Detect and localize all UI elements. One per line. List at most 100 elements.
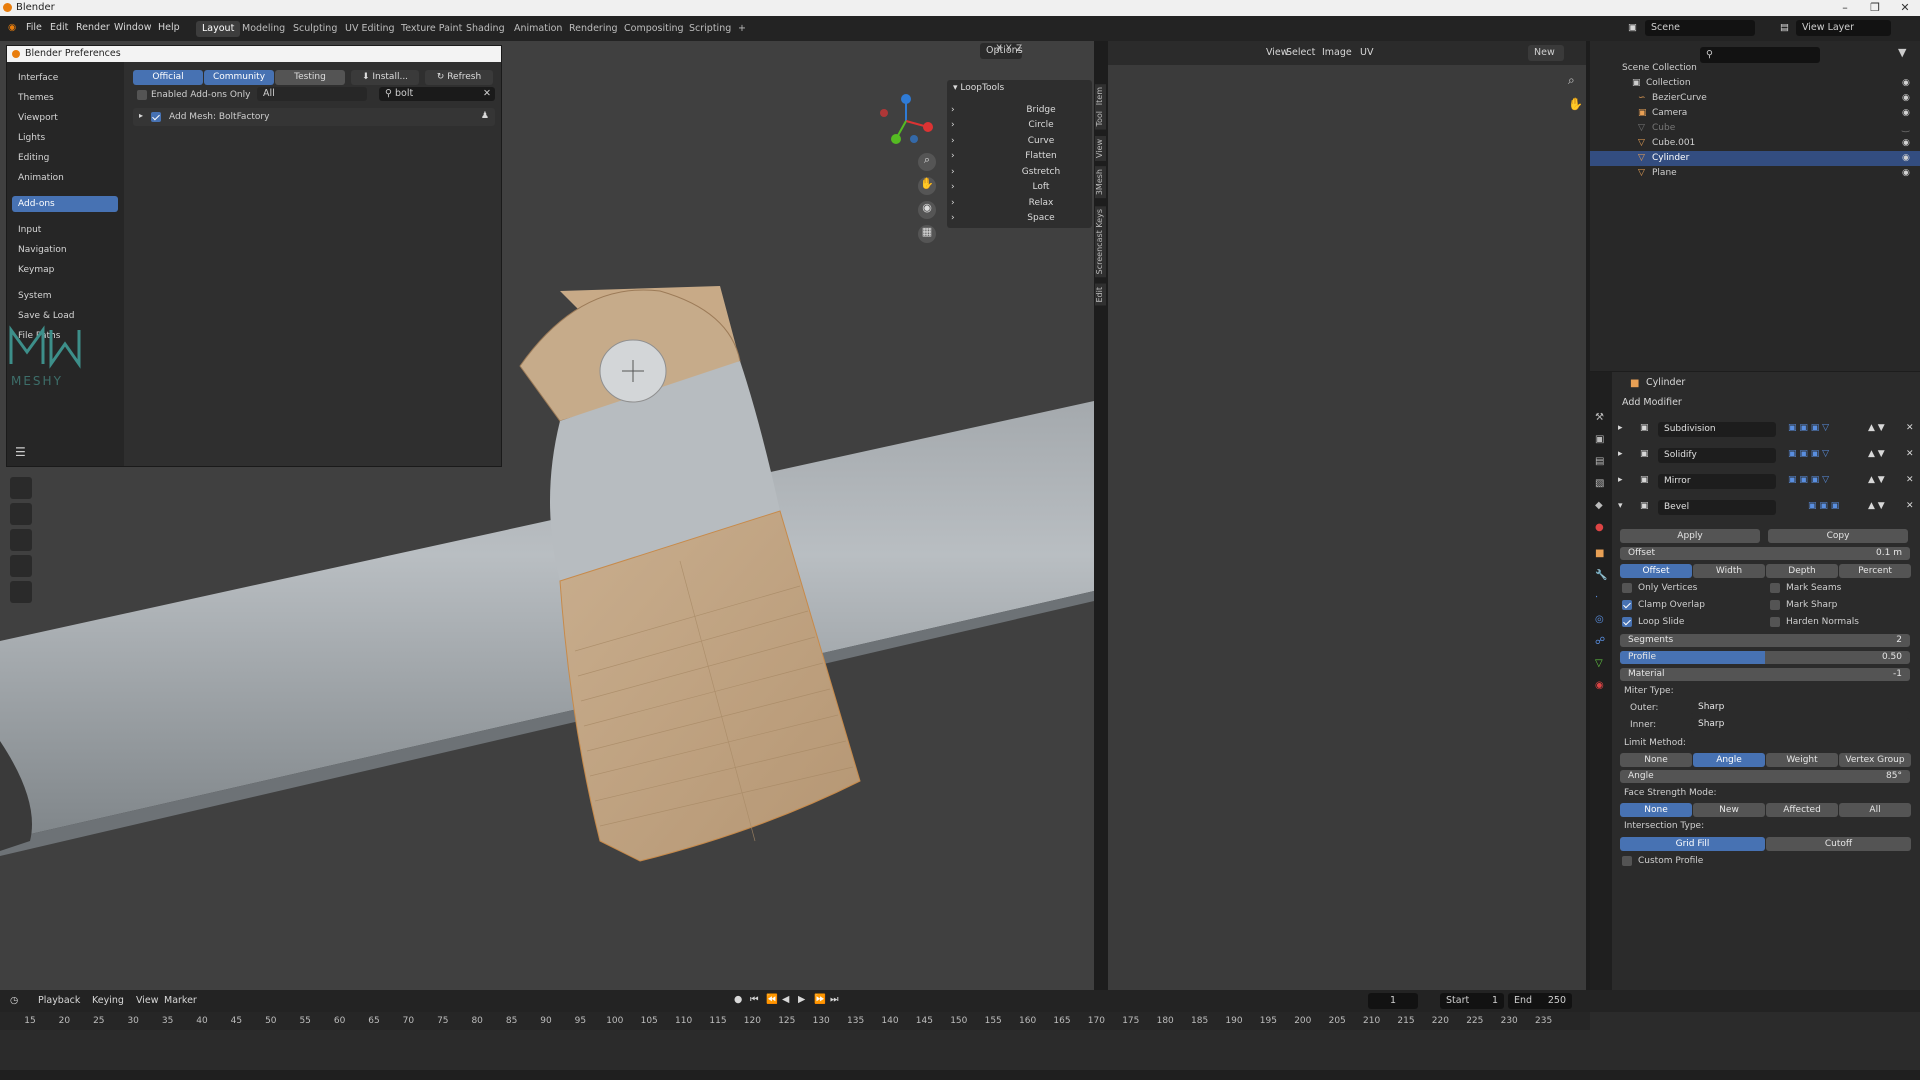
outliner-item-beziercurve[interactable]: ∽ BezierCurve ◉	[1590, 91, 1920, 106]
modifier-subdivision[interactable]: ▸ ▣ Subdivision ▣ ▣ ▣ ▽ ▲ ▼ ✕	[1618, 420, 1916, 440]
timeline-menu-playback[interactable]: Playback	[38, 995, 80, 1006]
material-tab-icon[interactable]: ◉	[1595, 680, 1604, 691]
mirror-name-field[interactable]: Mirror	[1658, 474, 1776, 489]
copy-modifier-button[interactable]: Copy	[1768, 529, 1908, 543]
width-type-offset[interactable]: Offset	[1620, 564, 1692, 578]
object-tab-icon[interactable]: ■	[1595, 548, 1604, 559]
modifier-toggles[interactable]: ▣ ▣ ▣	[1808, 501, 1839, 511]
move-modifier-icon[interactable]: ▲ ▼	[1868, 423, 1885, 433]
remove-modifier-icon[interactable]: ✕	[1906, 449, 1914, 459]
modifier-toggles[interactable]: ▣ ▣ ▣ ▽	[1788, 423, 1829, 433]
sidebar-tab-edit[interactable]: Edit	[1095, 284, 1106, 306]
looptools-space[interactable]: › Space	[951, 213, 1088, 226]
editor-type-icon[interactable]: ◷	[10, 995, 18, 1006]
workspace-tab-animation[interactable]: Animation	[508, 21, 568, 37]
modifier-mirror[interactable]: ▸ ▣ Mirror ▣ ▣ ▣ ▽ ▲ ▼ ✕	[1618, 472, 1916, 492]
refresh-addons-button[interactable]: ↻ Refresh	[425, 70, 493, 85]
play-icon[interactable]: ▶	[798, 994, 805, 1005]
image-pan-icon[interactable]: ✋	[1568, 97, 1583, 111]
modifier-wrench-icon[interactable]: 🔧	[1595, 570, 1607, 581]
remove-modifier-icon[interactable]: ✕	[1906, 501, 1914, 511]
harden-normals-checkbox[interactable]	[1770, 617, 1780, 627]
face-strength-new[interactable]: New	[1693, 803, 1765, 817]
pref-nav-keymap[interactable]: Keymap	[12, 262, 118, 278]
pref-nav-viewport[interactable]: Viewport	[12, 110, 118, 126]
x-axis-toggle[interactable]: X	[996, 44, 1002, 54]
hamburger-menu-icon[interactable]: ☰	[15, 445, 26, 459]
addon-enable-checkbox[interactable]	[151, 112, 161, 122]
sidebar-tab-screencast-keys[interactable]: Screencast Keys	[1095, 206, 1106, 278]
outliner-item-cube[interactable]: ▽ Cube ‿	[1590, 121, 1920, 136]
visibility-eye-icon[interactable]: ◉	[1902, 108, 1910, 118]
intersection-grid-fill[interactable]: Grid Fill	[1620, 837, 1765, 851]
sidebar-tab-tool[interactable]: Tool	[1095, 108, 1106, 130]
menu-help[interactable]: Help	[158, 22, 180, 33]
current-frame-field[interactable]: 1	[1368, 993, 1418, 1009]
add-modifier-dropdown[interactable]: Add Modifier	[1622, 397, 1682, 408]
looptools-title[interactable]: ▾ LoopTools	[953, 83, 1004, 93]
angle-field[interactable]: Angle 85°	[1620, 770, 1910, 783]
start-frame-field[interactable]: Start 1	[1440, 993, 1504, 1009]
rotate-tool-icon[interactable]	[10, 529, 32, 551]
scale-tool-icon[interactable]	[10, 555, 32, 577]
pref-nav-themes[interactable]: Themes	[12, 90, 118, 106]
cursor-tool-icon[interactable]	[10, 477, 32, 499]
play-reverse-icon[interactable]: ◀	[782, 994, 789, 1005]
prev-keyframe-icon[interactable]: ⏪	[766, 994, 778, 1005]
jump-end-icon[interactable]: ⏭	[830, 994, 839, 1005]
limit-weight-button[interactable]: Weight	[1766, 753, 1838, 767]
addon-search-input[interactable]: ⚲ bolt ✕	[379, 87, 495, 101]
modifier-toggles[interactable]: ▣ ▣ ▣ ▽	[1788, 475, 1829, 485]
pan-icon[interactable]: ✋	[918, 177, 936, 195]
modifier-toggles[interactable]: ▣ ▣ ▣ ▽	[1788, 449, 1829, 459]
pref-nav-save-load[interactable]: Save & Load	[12, 308, 118, 324]
move-modifier-icon[interactable]: ▲ ▼	[1868, 475, 1885, 485]
pref-nav-navigation[interactable]: Navigation	[12, 242, 118, 258]
segments-field[interactable]: Segments 2	[1620, 634, 1910, 647]
move-modifier-icon[interactable]: ▲ ▼	[1868, 501, 1885, 511]
limit-angle-button[interactable]: Angle	[1693, 753, 1765, 767]
timeline-menu-keying[interactable]: Keying	[92, 995, 124, 1006]
jump-start-icon[interactable]: ⏮	[750, 994, 759, 1005]
remove-modifier-icon[interactable]: ✕	[1906, 475, 1914, 485]
bevel-name-field[interactable]: Bevel	[1658, 500, 1776, 515]
pref-nav-system[interactable]: System	[12, 288, 118, 304]
workspace-tab-texture-paint[interactable]: Texture Paint	[395, 21, 468, 37]
width-type-depth[interactable]: Depth	[1766, 564, 1838, 578]
y-axis-toggle[interactable]: Y	[1006, 44, 1012, 54]
pref-nav-lights[interactable]: Lights	[12, 130, 118, 146]
mark-sharp-checkbox[interactable]	[1770, 600, 1780, 610]
scene-selector[interactable]: Scene	[1645, 20, 1755, 36]
visibility-eye-icon[interactable]: ◉	[1902, 138, 1910, 148]
minimize-icon[interactable]: –	[1830, 0, 1860, 16]
remove-modifier-icon[interactable]: ✕	[1906, 423, 1914, 433]
menu-render[interactable]: Render	[76, 22, 110, 33]
limit-none-button[interactable]: None	[1620, 753, 1692, 767]
particles-tab-icon[interactable]: ⋅	[1595, 592, 1598, 603]
workspace-tab-rendering[interactable]: Rendering	[563, 21, 624, 37]
profile-slider[interactable]: Profile 0.50	[1620, 651, 1910, 664]
workspace-tab-sculpting[interactable]: Sculpting	[287, 21, 343, 37]
visibility-eye-icon[interactable]: ◉	[1902, 93, 1910, 103]
width-type-percent[interactable]: Percent	[1839, 564, 1911, 578]
image-editor[interactable]: View Select Image UV New ⌕ ✋	[1108, 41, 1586, 990]
timeline-ruler[interactable]: 15 20 25 30 35 40 45 50 55 60 65 70 75 80 85 90 95 100 105…	[0, 1012, 1590, 1030]
visibility-eye-icon[interactable]: ◉	[1902, 78, 1910, 88]
pref-nav-editing[interactable]: Editing	[12, 150, 118, 166]
outliner-item-plane[interactable]: ▽ Plane ◉	[1590, 166, 1920, 181]
addon-tab-official[interactable]: Official	[133, 70, 203, 85]
looptools-gstretch[interactable]: › Gstretch	[951, 167, 1088, 180]
filter-icon[interactable]: ▼	[1898, 46, 1906, 59]
end-frame-field[interactable]: End 250	[1508, 993, 1572, 1009]
view-layer-tab-icon[interactable]: ▧	[1595, 478, 1604, 489]
pref-nav-animation[interactable]: Animation	[12, 170, 118, 186]
image-menu-select[interactable]: Select	[1286, 47, 1315, 58]
apply-modifier-button[interactable]: Apply	[1620, 529, 1760, 543]
custom-profile-checkbox[interactable]	[1622, 856, 1632, 866]
image-zoom-icon[interactable]: ⌕	[1568, 73, 1575, 88]
camera-view-icon[interactable]: ◉	[918, 201, 936, 219]
addon-tab-testing[interactable]: Testing	[275, 70, 345, 85]
menu-edit[interactable]: Edit	[50, 22, 68, 33]
modifier-bevel[interactable]: ▾ ▣ Bevel ▣ ▣ ▣ ▲ ▼ ✕	[1618, 498, 1916, 518]
workspace-tab-modeling[interactable]: Modeling	[236, 21, 291, 37]
